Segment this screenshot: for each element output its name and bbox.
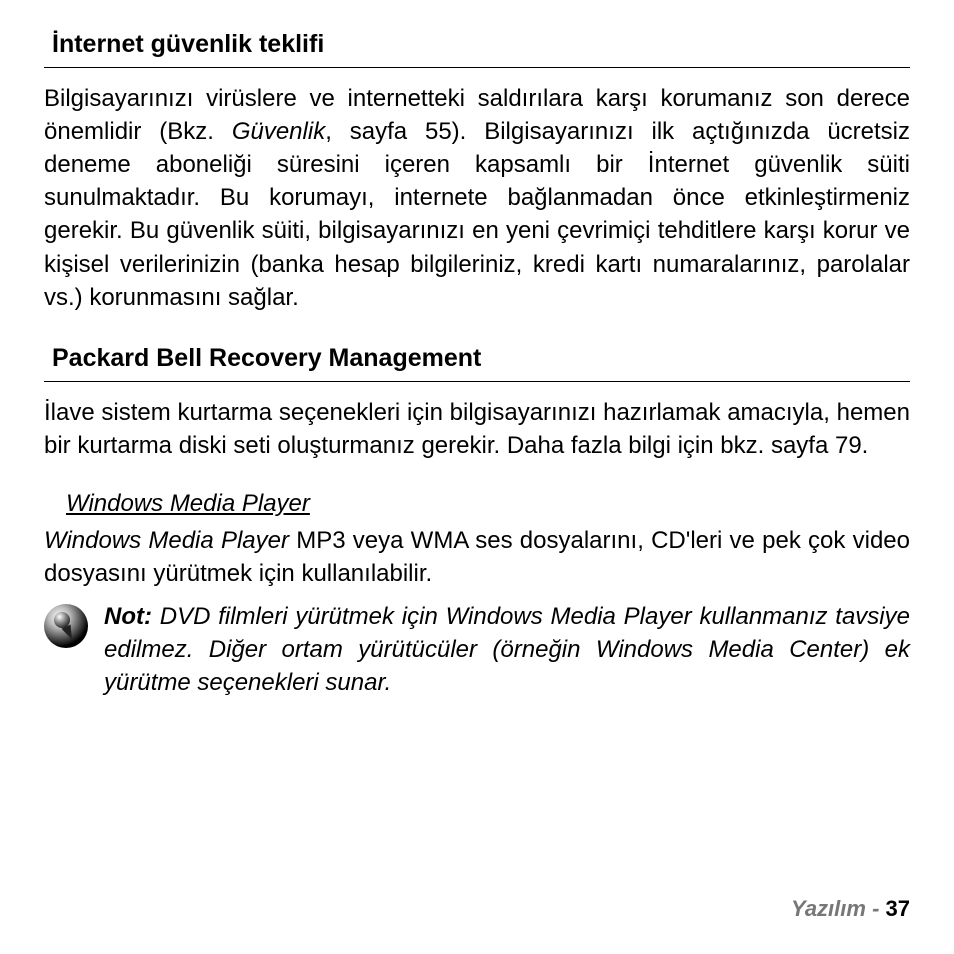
footer-page-number: 37: [886, 896, 910, 921]
wmp-emphasis: Windows Media Player: [44, 527, 289, 554]
subheading-wmp: Windows Media Player: [44, 490, 910, 518]
paragraph-wmp: Windows Media Player MP3 veya WMA ses do…: [44, 524, 910, 590]
page-footer: Yazılım - 37: [791, 896, 910, 922]
note-body: DVD filmleri yürütmek için Windows Media…: [104, 603, 910, 696]
note-label: Not:: [104, 603, 152, 630]
heading-recovery-management: Packard Bell Recovery Management: [44, 344, 910, 382]
paragraph-internet-security: Bilgisayarınızı virüslere ve internettek…: [44, 82, 910, 314]
note-text: Not: DVD filmleri yürütmek için Windows …: [104, 600, 910, 699]
reference-italic: Güvenlik: [232, 118, 325, 145]
pushpin-icon: [44, 604, 88, 648]
text-segment: , sayfa 55). Bilgisayarınızı ilk açtığın…: [44, 118, 910, 311]
heading-internet-security: İnternet güvenlik teklifi: [44, 30, 910, 68]
note-block: Not: DVD filmleri yürütmek için Windows …: [44, 600, 910, 699]
footer-section-label: Yazılım -: [791, 896, 886, 921]
document-page: İnternet güvenlik teklifi Bilgisayarınız…: [0, 0, 954, 954]
paragraph-recovery-management: İlave sistem kurtarma seçenekleri için b…: [44, 396, 910, 462]
